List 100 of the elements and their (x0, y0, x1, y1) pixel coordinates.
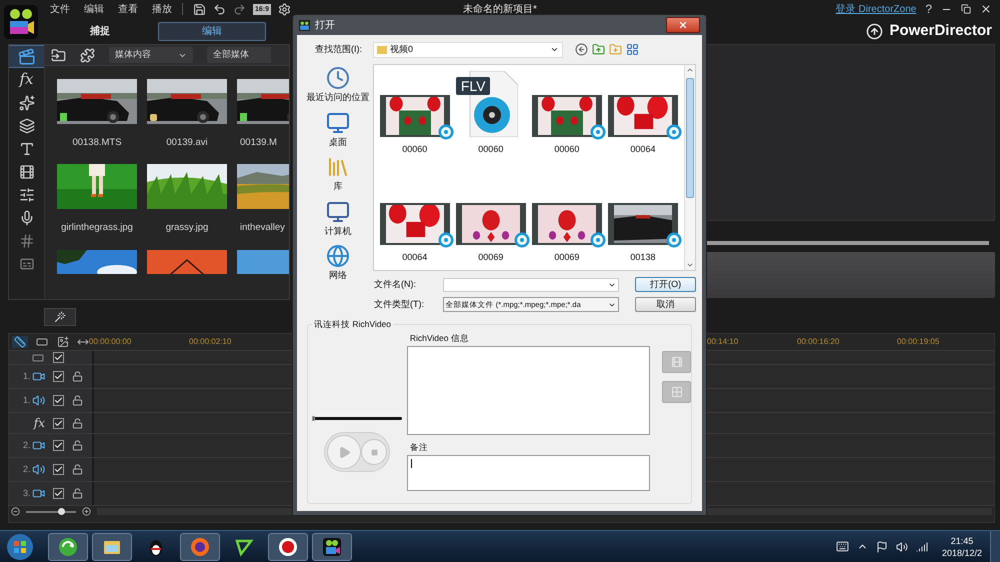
monitor-icon (326, 110, 350, 134)
file-name[interactable]: 00064 (402, 250, 428, 264)
scroll-up-icon[interactable] (686, 66, 694, 74)
up-folder-icon[interactable] (592, 43, 605, 56)
save-icon[interactable] (193, 2, 206, 16)
checkbox[interactable] (53, 371, 64, 382)
redo-icon[interactable] (233, 2, 246, 16)
media-icon[interactable] (18, 48, 36, 66)
tool-tab[interactable] (9, 45, 44, 68)
checkbox[interactable] (53, 440, 64, 451)
view-menu-icon[interactable] (626, 43, 639, 56)
subtitle-icon[interactable] (18, 256, 34, 272)
checkbox[interactable] (53, 352, 64, 363)
title-icon[interactable] (18, 140, 34, 156)
close-button[interactable] (666, 17, 700, 33)
ruler-icon[interactable] (12, 336, 28, 348)
help-button[interactable]: ? (925, 0, 932, 18)
file-name[interactable]: 00064 (630, 143, 656, 156)
file-name[interactable]: 00069 (478, 250, 504, 264)
content-dropdown[interactable]: 媒体内容 (109, 47, 193, 63)
storyboard-icon[interactable] (35, 336, 49, 348)
scroll-thumb[interactable] (686, 78, 694, 198)
filename-field[interactable] (442, 278, 620, 292)
file-name[interactable]: 00138 (630, 250, 656, 264)
start-button[interactable] (6, 532, 34, 560)
login-link[interactable]: 登录 DirectorZone (836, 2, 916, 16)
unlock-icon[interactable] (72, 440, 83, 451)
keyboard-icon[interactable] (836, 540, 849, 553)
checkbox[interactable] (53, 488, 64, 499)
restore-icon[interactable] (961, 4, 971, 14)
sparkles-icon[interactable] (18, 94, 34, 110)
zoom-in-icon[interactable] (82, 507, 91, 516)
effects-icon[interactable]: fx (19, 72, 34, 87)
transition-icon[interactable] (18, 164, 34, 180)
upgrade-icon[interactable] (866, 22, 884, 40)
file-name[interactable]: 00060 (554, 143, 580, 156)
checkbox[interactable] (53, 395, 64, 406)
folder-dropdown[interactable]: 视频0 (373, 42, 563, 58)
play-icon (338, 446, 351, 458)
mode-tab[interactable]: 捕捉 (64, 22, 136, 40)
zoom-out-icon[interactable] (11, 507, 20, 516)
puzzle-icon[interactable] (80, 48, 95, 62)
time-label: 00:00:02:10 (189, 336, 232, 348)
place-link[interactable]: 桌面 (328, 136, 347, 149)
clock-date: 2018/12/2 (942, 546, 982, 558)
unlock-icon[interactable] (72, 395, 83, 406)
file-list-scrollbar[interactable] (684, 65, 695, 270)
particle-icon[interactable] (18, 118, 34, 134)
taskbar-app[interactable] (48, 532, 88, 560)
globe-icon (326, 244, 350, 268)
file-name[interactable]: 00060 (478, 143, 504, 156)
folder-icon (377, 44, 387, 54)
menu-item[interactable]: 编辑 (84, 2, 104, 16)
audio-video-badge-icon (150, 114, 157, 121)
place-link[interactable]: 计算机 (324, 224, 352, 238)
unlock-icon[interactable] (72, 418, 83, 428)
import-icon[interactable] (51, 48, 66, 62)
time-label: 00:00:19:05 (897, 336, 940, 348)
film-reel-badge-icon (590, 232, 606, 248)
settings-icon[interactable] (278, 2, 292, 16)
back-icon[interactable] (575, 43, 588, 56)
tool-tab[interactable]: fx (9, 68, 44, 91)
time-label: 00:14:10 (707, 336, 740, 348)
brand-name: PowerDirector (889, 20, 992, 41)
mixer-icon[interactable] (18, 186, 34, 202)
file-name[interactable]: 00060 (402, 143, 428, 156)
magic-tool-button[interactable] (44, 308, 76, 326)
mode-tab[interactable]: 编辑 (158, 22, 266, 40)
undo-icon[interactable] (213, 2, 226, 16)
menu-item[interactable]: 查看 (118, 2, 138, 16)
add-track-icon[interactable] (56, 336, 70, 348)
playback-slider[interactable] (312, 417, 402, 420)
close-icon[interactable] (980, 3, 992, 15)
unlock-icon[interactable] (72, 488, 83, 499)
microphone-icon[interactable] (18, 210, 34, 226)
unlock-icon[interactable] (72, 371, 83, 382)
chapter-icon[interactable] (18, 232, 34, 248)
place-link[interactable]: 网络 (328, 269, 347, 282)
unlock-icon[interactable] (72, 464, 83, 475)
volume-icon[interactable] (896, 540, 908, 552)
place-link[interactable]: 库 (333, 180, 342, 194)
open-button[interactable]: 打开(O) (635, 277, 696, 292)
flag-icon[interactable] (876, 540, 888, 552)
taskbar-app[interactable] (312, 532, 352, 560)
place-link[interactable]: 最近访问的位置 (306, 91, 370, 104)
app-icon (299, 20, 310, 30)
cancel-button[interactable]: 取消 (635, 297, 696, 312)
taskbar-app[interactable] (268, 532, 308, 560)
media-dropdown[interactable]: 全部媒体 (207, 47, 271, 63)
checkbox[interactable] (53, 464, 64, 475)
checkbox[interactable] (53, 418, 64, 428)
menu-item[interactable]: 文件 (50, 2, 70, 16)
scroll-down-icon[interactable] (686, 261, 694, 269)
check-icon (54, 372, 63, 381)
file-name[interactable]: 00069 (554, 250, 580, 264)
check-icon (54, 441, 63, 450)
menu-item[interactable]: 播放 (152, 2, 172, 16)
taskbar-app[interactable] (92, 532, 132, 560)
film-icon (670, 356, 682, 368)
notes-textarea[interactable] (406, 454, 650, 490)
